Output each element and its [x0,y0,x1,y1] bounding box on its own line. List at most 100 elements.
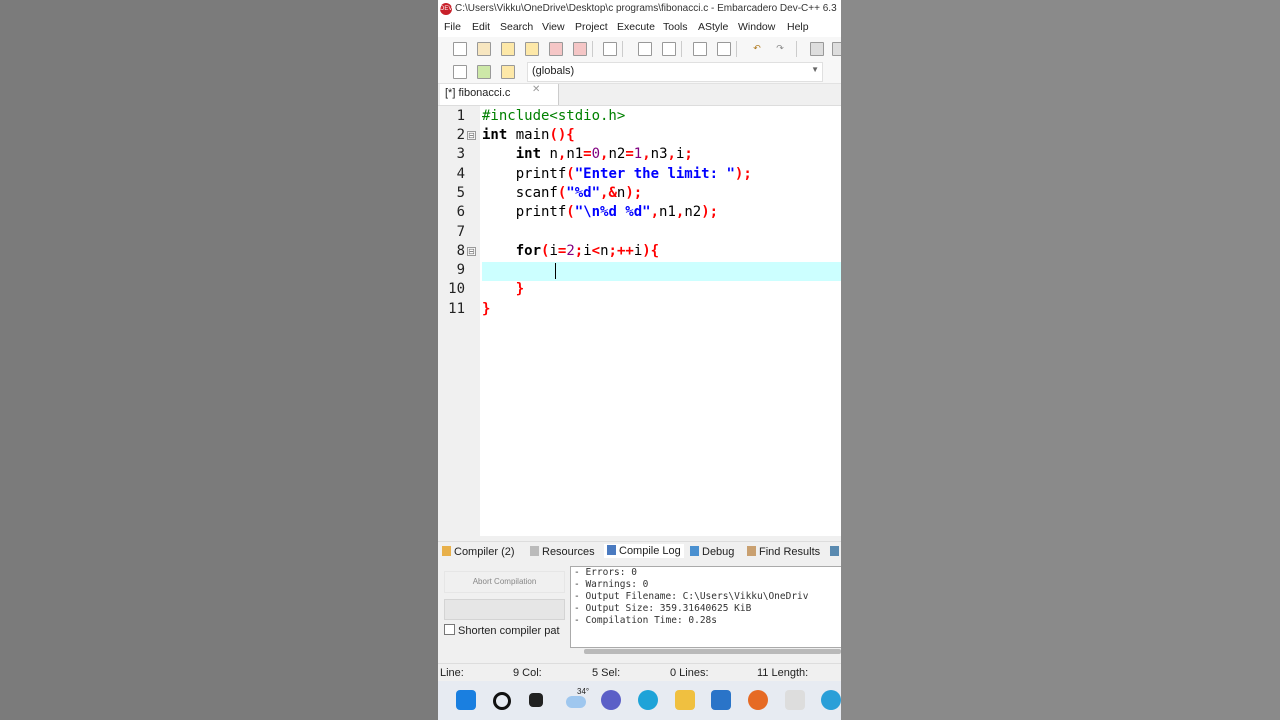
menu-execute[interactable]: Execute [617,21,655,33]
tab-debug[interactable]: Debug [690,546,734,558]
fold-collapse-icon[interactable]: ⊟ [467,131,476,140]
unindent-icon[interactable] [832,42,841,56]
line-number: 3 [456,146,465,162]
code-token: n3 [650,146,668,162]
class-toolbar: (globals) ▼ [438,61,841,84]
status-sel-value: 0 Lines: [670,667,709,679]
code-token: printf [482,204,567,220]
log-line: - Errors: 0 [574,567,637,578]
code-line: } [482,281,524,297]
chevron-down-icon[interactable]: ▼ [811,65,819,74]
class-browser-icon[interactable] [453,65,467,79]
undo-icon[interactable]: ↶ [751,42,763,54]
left-background [0,0,438,720]
save-all-icon[interactable] [525,42,539,56]
menu-tools[interactable]: Tools [663,21,688,33]
telegram-icon[interactable] [821,690,841,710]
redo-icon[interactable]: ↷ [774,42,786,54]
menu-search[interactable]: Search [500,21,533,33]
weather-icon[interactable] [566,696,586,708]
menu-file[interactable]: File [444,21,461,33]
chat-icon[interactable] [601,690,621,710]
search-icon[interactable] [493,692,511,710]
code-token: , [667,146,676,162]
code-token: "Enter the limit: " [574,166,735,182]
tab-compile-log[interactable]: Compile Log [604,544,684,558]
toggle-bookmark-icon[interactable] [693,42,707,56]
abort-compilation-button[interactable]: Abort Compilation [444,571,565,593]
line-number: 5 [456,185,465,201]
menu-view[interactable]: View [542,21,565,33]
edge-browser-icon[interactable] [638,690,658,710]
tab-close-icon[interactable] [830,546,841,558]
task-view-icon[interactable] [529,693,543,707]
code-token: n [600,243,609,259]
tab-find-results[interactable]: Find Results [747,546,820,558]
menu-project[interactable]: Project [575,21,608,33]
code-token: i [549,243,558,259]
scope-select[interactable]: (globals) ▼ [527,62,823,82]
tab-label: [*] fibonacci.c [445,87,511,99]
menu-astyle[interactable]: AStyle [698,21,728,33]
close-file-icon[interactable] [549,42,563,56]
goto-line-icon[interactable] [717,42,731,56]
status-col-value: 5 Sel: [592,667,621,679]
scrollbar-thumb[interactable] [584,649,841,654]
print-icon[interactable] [603,42,617,56]
file-explorer-icon[interactable] [675,690,695,710]
menu-help[interactable]: Help [787,21,809,33]
log-horizontal-scrollbar[interactable] [570,648,841,656]
code-token: n1 [566,146,584,162]
new-file-icon[interactable] [453,42,467,56]
code-line: int n,n1=0,n2=1,n3,i; [482,146,693,162]
scope-select-value: (globals) [532,65,575,77]
replace-icon[interactable] [662,42,676,56]
weather-temp: 34° [577,687,590,696]
tab-compiler[interactable]: Compiler (2) [442,546,515,558]
status-line-value: 9 Col: [513,667,542,679]
shorten-paths-label: Shorten compiler pat [458,625,560,637]
code-editor[interactable]: 1 2 3 4 5 6 7 8 9 10 11 ⊟ ⊟ #include<std… [438,106,841,536]
code-line: int main(){ [482,127,575,143]
windows-start-icon[interactable] [456,690,476,710]
close-all-icon[interactable] [573,42,587,56]
mail-icon[interactable] [711,690,731,710]
tab-compiler-label: Compiler (2) [454,546,515,558]
main-toolbar: ↶ ↷ [438,37,841,62]
line-number: 6 [456,204,465,220]
find-icon[interactable] [638,42,652,56]
menu-edit[interactable]: Edit [472,21,490,33]
menu-window[interactable]: Window [738,21,775,33]
status-lines-value: 11 Length: [757,667,809,679]
code-token: 0 [591,146,601,162]
indent-icon[interactable] [810,42,824,56]
code-token: (){ [549,127,575,143]
fold-collapse-icon[interactable]: ⊟ [467,247,476,256]
code-token: i [583,243,592,259]
compile-progress-bar [444,599,565,620]
tab-fibonacci[interactable]: [*] fibonacci.c ✕ [440,84,559,105]
code-token: for [515,243,542,259]
line-number: 8 [456,243,465,259]
code-token: ; [574,243,584,259]
open-file-icon[interactable] [477,42,491,56]
shorten-paths-checkbox[interactable]: Shorten compiler pat [444,624,560,637]
goto-definition-icon[interactable] [501,65,515,79]
save-icon[interactable] [501,42,515,56]
amazon-icon[interactable] [785,690,805,710]
tab-debug-label: Debug [702,546,735,558]
code-token: n [541,146,558,162]
tab-resources[interactable]: Resources [530,546,595,558]
code-token: ); [701,204,719,220]
code-token: "\n%d %d" [574,204,651,220]
code-token: = [583,146,592,162]
compile-log-output[interactable]: - Errors: 0 - Warnings: 0 - Output Filen… [570,566,841,648]
close-icon[interactable]: ✕ [532,84,540,95]
code-line: } [482,301,490,317]
right-background [841,0,1280,720]
code-token: ( [566,166,575,182]
checkbox-box[interactable] [444,624,455,635]
goto-declaration-icon[interactable] [477,65,491,79]
firefox-icon[interactable] [748,690,768,710]
toolbar-separator [592,41,593,57]
